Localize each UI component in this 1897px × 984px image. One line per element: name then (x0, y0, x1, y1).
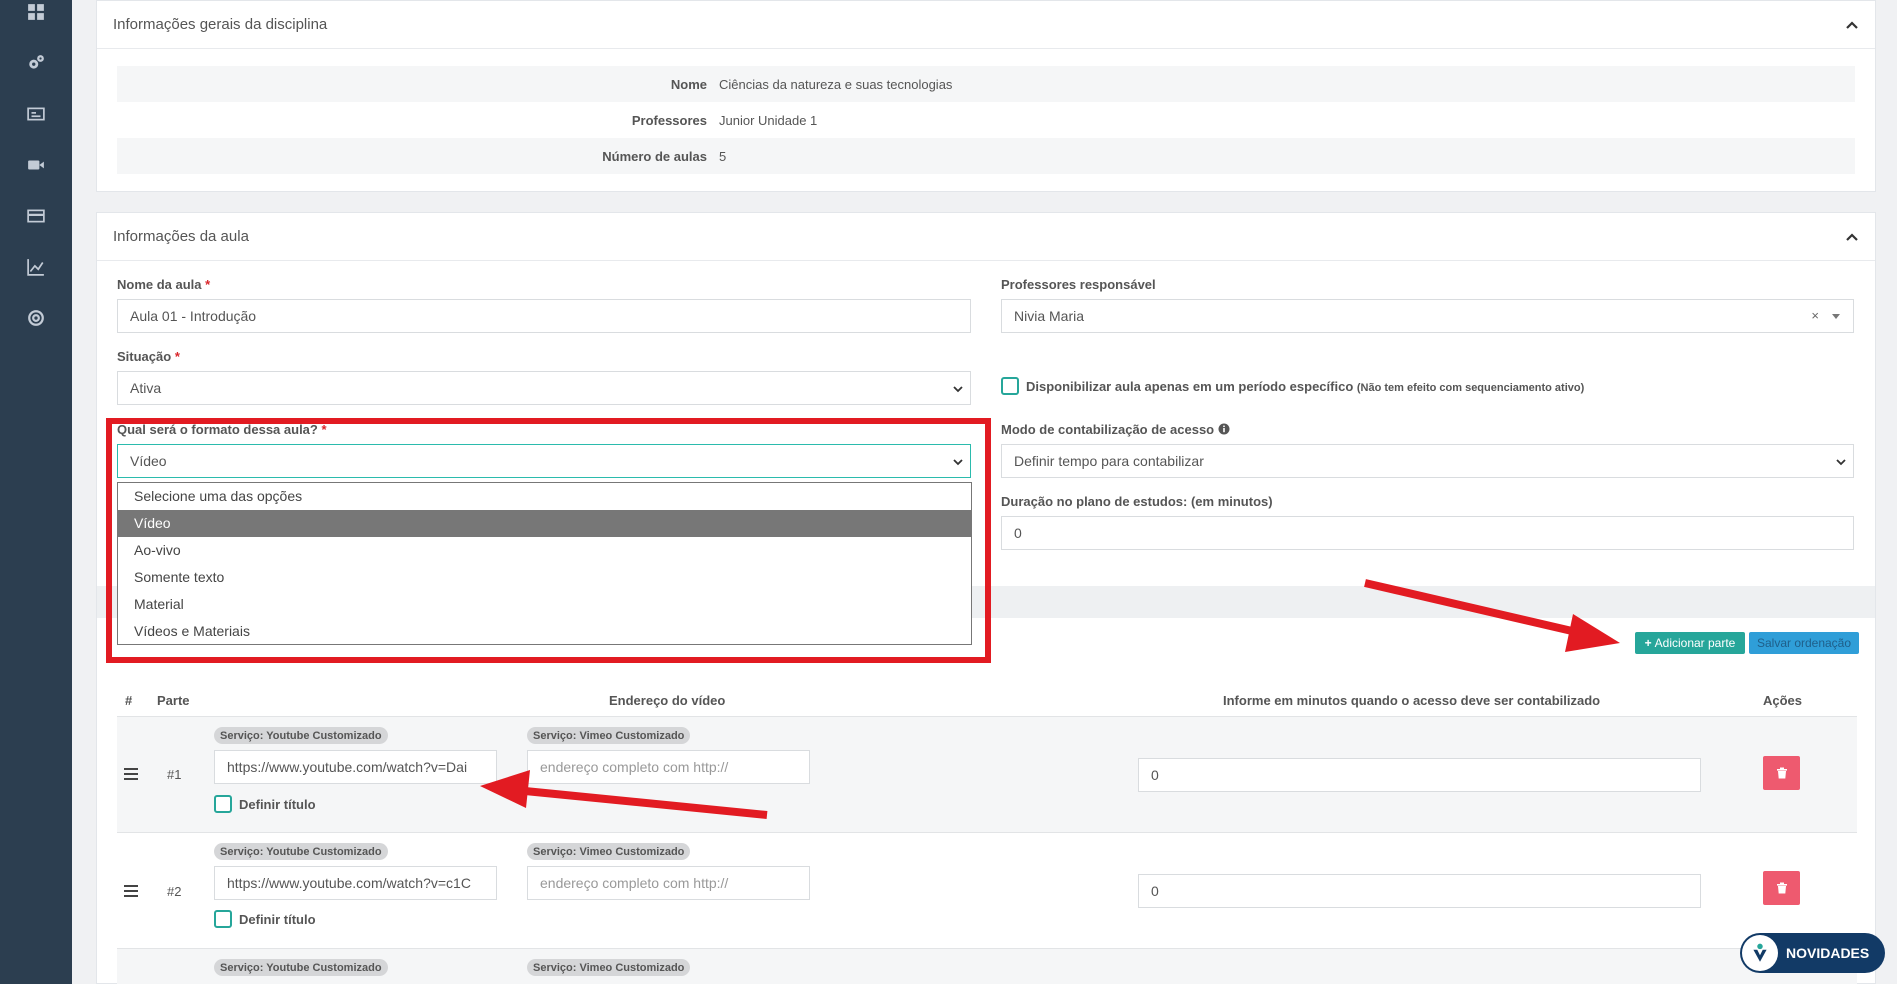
discipline-info-table: Nome Ciências da natureza e suas tecnolo… (117, 66, 1855, 174)
chevron-down-icon (1836, 459, 1846, 466)
format-option-selected[interactable]: Vídeo (118, 510, 971, 537)
id-card-icon[interactable] (24, 102, 48, 126)
info-value: Junior Unidade 1 (719, 112, 818, 128)
col-header-video-address: Endereço do vídeo (609, 693, 726, 708)
info-row-nome: Nome Ciências da natureza e suas tecnolo… (117, 66, 1855, 102)
credit-card-icon[interactable] (24, 204, 48, 228)
col-header-index: # (125, 693, 133, 708)
trash-icon (1776, 767, 1787, 779)
minutes-input[interactable]: 0 (1138, 758, 1701, 792)
format-option[interactable]: Material (118, 591, 971, 618)
info-value: Ciências da natureza e suas tecnologias (719, 76, 953, 92)
discipline-info-title: Informações gerais da disciplina (113, 16, 328, 33)
caret-down-icon[interactable] (1831, 313, 1841, 321)
line-chart-icon[interactable] (24, 255, 48, 279)
delete-part-button[interactable] (1763, 756, 1800, 790)
col-header-part: Parte (157, 693, 190, 708)
youtube-url-input[interactable]: https://www.youtube.com/watch?v=Dai (214, 750, 497, 784)
format-option[interactable]: Selecione uma das opções (118, 483, 971, 510)
define-title-label[interactable]: Definir título (239, 912, 316, 927)
dashboard-icon[interactable] (24, 0, 48, 24)
row-number: #1 (167, 767, 182, 782)
add-part-button[interactable]: + Adicionar parte (1635, 632, 1745, 654)
novidades-button[interactable]: NOVIDADES (1740, 933, 1885, 973)
status-label: Situação * (117, 349, 180, 364)
youtube-service-badge: Serviço: Youtube Customizado (214, 727, 388, 744)
sidebar (0, 0, 72, 984)
lesson-info-title: Informações da aula (113, 228, 249, 245)
vimeo-service-badge: Serviço: Vimeo Customizado (527, 959, 691, 976)
drag-handle-icon[interactable] (124, 885, 138, 897)
youtube-service-badge: Serviço: Youtube Customizado (214, 959, 388, 976)
trash-icon (1776, 882, 1787, 894)
chevron-up-icon[interactable] (1845, 18, 1859, 32)
status-select[interactable]: Ativa (117, 371, 971, 405)
period-checkbox[interactable] (1001, 377, 1019, 395)
info-label: Nome (670, 76, 707, 92)
format-option[interactable]: Somente texto (118, 564, 971, 591)
format-option[interactable]: Ao-vivo (118, 537, 971, 564)
chevron-down-icon (953, 459, 963, 466)
teachers-label: Professores responsável (1001, 277, 1156, 292)
define-title-label[interactable]: Definir título (239, 797, 316, 812)
format-label: Qual será o formato dessa aula? * (117, 422, 327, 437)
duration-label: Duração no plano de estudos: (em minutos… (1001, 494, 1273, 509)
lifebuoy-icon[interactable] (24, 306, 48, 330)
col-header-actions: Ações (1763, 693, 1803, 708)
period-checkbox-label[interactable]: Disponibilizar aula apenas em um período… (1026, 379, 1584, 394)
video-camera-icon[interactable] (24, 153, 48, 177)
chevron-up-icon[interactable] (1845, 230, 1859, 244)
vimeo-url-input[interactable]: endereço completo com http:// (527, 750, 810, 784)
novidades-logo-icon (1742, 935, 1778, 971)
novidades-label: NOVIDADES (1786, 945, 1870, 961)
youtube-service-badge: Serviço: Youtube Customizado (214, 843, 388, 860)
lesson-name-input[interactable]: Aula 01 - Introdução (117, 299, 971, 333)
clear-selection-icon[interactable]: × (1811, 308, 1819, 323)
access-mode-label: Modo de contabilização de acesso (1001, 422, 1230, 437)
duration-input[interactable]: 0 (1001, 516, 1854, 550)
teachers-select[interactable]: Nivia Maria × (1001, 299, 1854, 333)
info-label: Professores (631, 112, 707, 128)
discipline-info-card: Informações gerais da disciplina Nome Ci… (96, 0, 1876, 192)
table-divider (117, 832, 1857, 833)
save-order-button[interactable]: Salvar ordenação (1749, 632, 1859, 654)
discipline-info-header[interactable]: Informações gerais da disciplina (97, 1, 1875, 49)
vimeo-service-badge: Serviço: Vimeo Customizado (527, 843, 691, 860)
format-option[interactable]: Vídeos e Materiais (118, 618, 971, 645)
access-mode-select[interactable]: Definir tempo para contabilizar (1001, 444, 1854, 478)
gears-icon[interactable] (24, 51, 48, 75)
youtube-url-input[interactable]: https://www.youtube.com/watch?v=c1C (214, 866, 497, 900)
format-select[interactable]: Vídeo (117, 444, 971, 478)
lesson-name-label: Nome da aula * (117, 277, 211, 292)
vimeo-service-badge: Serviço: Vimeo Customizado (527, 727, 691, 744)
info-row-professores: Professores Junior Unidade 1 (117, 102, 1855, 138)
info-icon[interactable] (1218, 423, 1230, 435)
info-row-numero-aulas: Número de aulas 5 (117, 138, 1855, 174)
vimeo-url-input[interactable]: endereço completo com http:// (527, 866, 810, 900)
info-label: Número de aulas (602, 148, 707, 164)
chevron-down-icon (953, 386, 963, 393)
define-title-checkbox[interactable] (214, 795, 232, 813)
lesson-info-header[interactable]: Informações da aula (97, 213, 1875, 261)
drag-handle-icon[interactable] (124, 768, 138, 780)
define-title-checkbox[interactable] (214, 910, 232, 928)
col-header-minutes: Informe em minutos quando o acesso deve … (1223, 693, 1601, 708)
row-number: #2 (167, 884, 182, 899)
minutes-input[interactable]: 0 (1138, 874, 1701, 908)
delete-part-button[interactable] (1763, 871, 1800, 905)
info-value: 5 (719, 148, 727, 164)
format-options-list: Selecione uma das opções Vídeo Ao-vivo S… (117, 482, 972, 645)
